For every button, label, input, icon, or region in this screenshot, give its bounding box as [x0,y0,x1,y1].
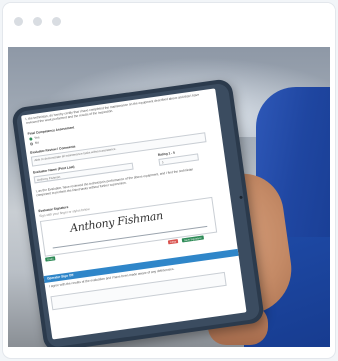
undo-button[interactable]: Undo [45,256,56,262]
photo: I, the technician, do hereby certify tha… [8,47,330,347]
clear-button[interactable]: Clear [167,239,179,245]
competency-yes-radio[interactable] [29,137,33,141]
tablet-screen: I, the technician, do hereby certify tha… [21,88,247,340]
window-dot-icon [33,17,42,26]
competency-no-radio[interactable] [29,142,34,146]
window-titlebar [3,3,335,43]
tablet: I, the technician, do hereby certify tha… [11,78,266,347]
competency-no-label: No [34,140,40,145]
window-dot-icon [14,17,23,26]
app-window: I, the technician, do hereby certify tha… [3,3,335,358]
signature-ink: Anthony Fishman [69,208,164,235]
window-dot-icon [52,17,61,26]
